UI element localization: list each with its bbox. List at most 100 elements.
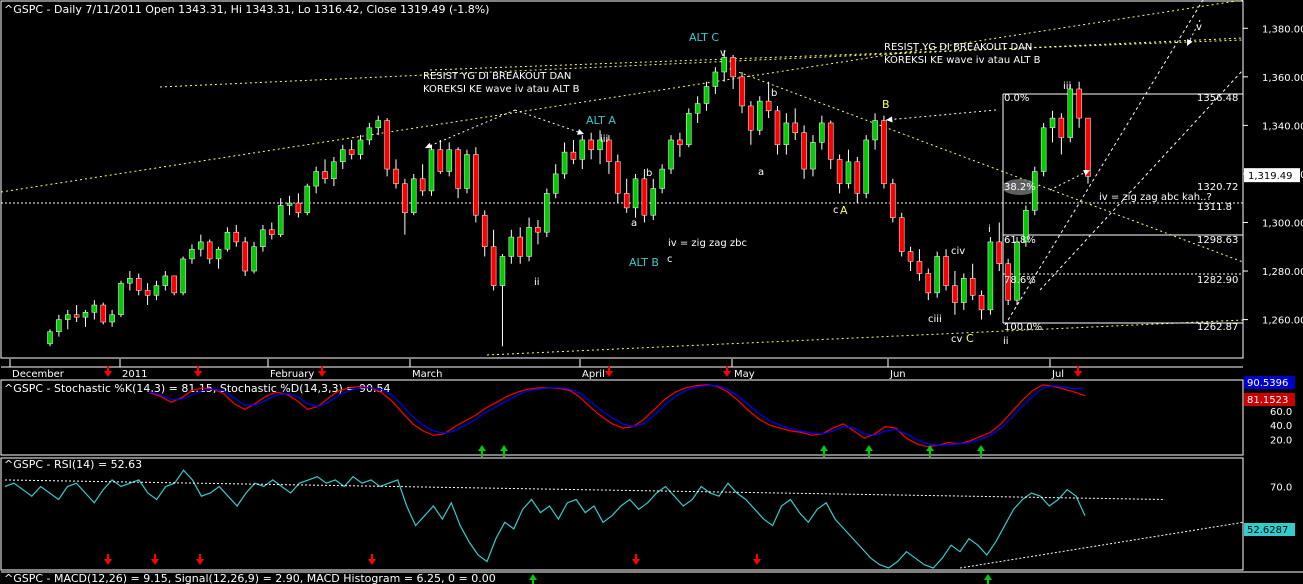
resist-right-line1: RESIST YG DI BREAKOUT DAN — [884, 42, 1032, 53]
candle-body — [455, 149, 461, 189]
candle-body — [1067, 88, 1074, 138]
candle-body — [384, 120, 390, 170]
sell-signal-arrow — [196, 559, 204, 565]
sell-signal-arrow — [753, 559, 761, 565]
annotation-arrow-line — [424, 109, 516, 149]
candle-body — [340, 149, 346, 163]
candle-body — [419, 178, 426, 192]
candle-body — [1085, 117, 1091, 177]
rsi-value: 52.6287 — [1247, 525, 1288, 536]
buy-signal-arrow — [977, 445, 985, 451]
wave-i-jun: i — [988, 224, 991, 235]
candle-body — [526, 227, 532, 257]
candle-body — [56, 319, 62, 332]
stoch-d-line — [149, 384, 1086, 447]
buy-signal-arrow-stem — [481, 451, 483, 457]
candle-body — [73, 314, 80, 318]
sell-signal-arrow — [632, 559, 640, 565]
candle-body — [118, 282, 124, 315]
candle-body — [765, 100, 772, 112]
candle-body — [641, 178, 648, 216]
candle-body — [366, 127, 373, 141]
wave-ii-left: ii — [534, 277, 540, 288]
candle-body — [730, 57, 736, 78]
fib-value-label: 1311.8 — [1197, 202, 1232, 213]
price-chart-title: ^GSPC - Daily 7/11/2011 Open 1343.31, Hi… — [4, 3, 489, 16]
candle-body — [410, 178, 417, 214]
price-tick-label: 1,360.00 — [1262, 73, 1303, 84]
candle-body — [233, 231, 240, 243]
price-tick-label: 1,300.00 — [1262, 218, 1303, 229]
sell-signal-arrow — [194, 371, 202, 377]
candle-body — [544, 193, 550, 233]
annotation-layer: 0.0% 1356.4838.2% 1320.721311.861.8% 1298.6… — [423, 19, 1238, 347]
candle-body — [916, 261, 923, 274]
candle-body — [712, 71, 719, 87]
price-tick-label: 1,380.00 — [1262, 24, 1303, 35]
candle-body — [890, 183, 896, 218]
price-tick-label: 1,280.00 — [1262, 267, 1303, 278]
alt-a-label: ALT A — [586, 114, 616, 127]
date-axis: December 2011 February March April May Jun Jul — [9, 359, 1064, 380]
candle-body — [64, 314, 71, 320]
candle-body — [162, 275, 169, 286]
candle-body — [464, 154, 470, 189]
candle-body — [845, 161, 852, 184]
candle-body — [721, 57, 728, 73]
candle-body — [1014, 241, 1020, 301]
wave-c-yellow: C — [966, 332, 974, 345]
candle-body — [473, 154, 479, 216]
candle-body — [668, 139, 674, 170]
candle-body — [348, 149, 355, 155]
candle-body — [552, 173, 559, 194]
stoch-tick-label: 20.0 — [1270, 436, 1292, 447]
resistance-line-2 — [429, 39, 1244, 71]
resistance-line-1 — [159, 37, 1244, 88]
candle-body — [561, 151, 568, 175]
sell-signal-arrow — [368, 559, 376, 565]
rsi-line — [4, 469, 1086, 569]
candle-body — [446, 149, 452, 172]
price-panel-frame — [0, 0, 1244, 359]
candle-body — [135, 278, 142, 291]
candle-body — [961, 278, 967, 303]
candle-body — [109, 314, 115, 323]
candle-body — [881, 120, 887, 184]
candle-body — [357, 139, 364, 155]
buy-signal-arrow-stem — [823, 451, 825, 457]
candle-body — [863, 139, 869, 194]
candle-body — [819, 122, 825, 143]
candle-body — [774, 110, 781, 146]
last-price-label: 1,319.49 — [1248, 171, 1293, 182]
buy-signal-arrow — [820, 445, 828, 451]
sell-signal-arrow — [104, 371, 112, 377]
candle-body — [402, 183, 408, 214]
candle-body — [703, 86, 710, 104]
candle-body — [810, 142, 816, 170]
candle-body — [277, 205, 284, 235]
wave-a-mid: a — [631, 218, 637, 229]
candle-body — [322, 171, 328, 180]
candle-body — [1040, 127, 1047, 172]
annotation-arrow-line — [885, 109, 997, 121]
wave-iii-mid: iii — [600, 134, 608, 145]
wave-v-top: v — [720, 48, 726, 59]
fib-percent-label: 61.8% — [1004, 235, 1036, 246]
candle-body — [517, 236, 523, 257]
stoch-tick-label: 60.0 — [1270, 407, 1292, 418]
date-tick-label: 2011 — [122, 369, 147, 380]
buy-signal-arrow-stem — [503, 451, 505, 457]
candle-body — [180, 258, 186, 294]
trend-lines — [0, 0, 1244, 356]
candle-body — [437, 149, 444, 172]
candle-body — [978, 295, 985, 311]
candle-body — [677, 139, 683, 146]
macd-title-layer: ^GSPC - MACD(12,26) = 9.15, Signal(12,26… — [4, 572, 496, 584]
candle-body — [304, 185, 311, 214]
buy-signal-arrow — [500, 445, 508, 451]
lower-channel-line — [486, 319, 1244, 356]
candle-body — [242, 241, 248, 272]
buy-signal-arrow-stem — [929, 451, 931, 457]
date-tick-label: February — [270, 369, 314, 380]
candle-body — [490, 246, 497, 286]
